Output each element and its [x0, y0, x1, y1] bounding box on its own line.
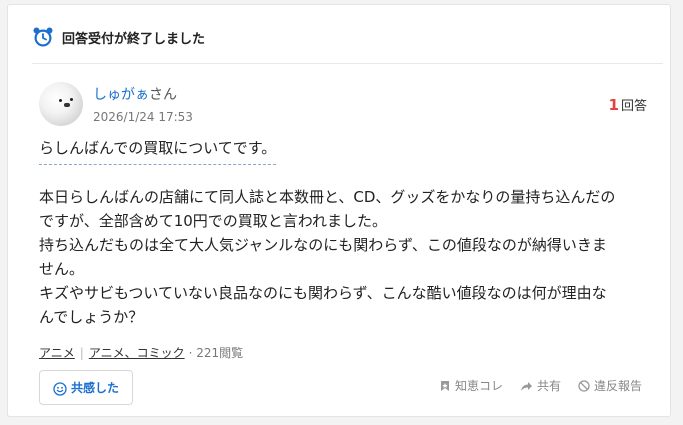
answer-count[interactable]: 1 回答 [609, 95, 647, 114]
question-card: 回答受付が終了しました しゅがぁさん 2026/1/24 17:53 1 回答 … [7, 4, 671, 417]
prohibited-icon [578, 379, 590, 392]
post-date: 2026/1/24 17:53 [93, 110, 193, 124]
divider [32, 63, 663, 64]
category-separator: | [79, 345, 84, 360]
report-label: 違反報告 [593, 379, 642, 393]
category-list: アニメ | アニメ、コミック · 221閲覧 [39, 344, 243, 361]
status-text: 回答受付が終了しました [62, 31, 206, 47]
question-title: らしんばんでの買取についてです。 [39, 137, 277, 165]
knowledge-collection-button[interactable]: 知恵コレ [439, 377, 503, 394]
smile-icon [53, 381, 67, 396]
action-bar: 知恵コレ 共有 違反報告 [422, 377, 642, 394]
view-count: · 221閲覧 [188, 346, 244, 360]
empathy-button-label: 共感した [70, 381, 119, 395]
user-name-link[interactable]: しゅがぁ [93, 87, 149, 103]
avatar[interactable] [39, 82, 83, 126]
category-link-anime-comic[interactable]: アニメ、コミック [89, 344, 185, 361]
question-body-line: せん。 [39, 260, 85, 278]
answer-count-number: 1 [608, 96, 619, 114]
answer-count-label: 回答 [620, 99, 647, 114]
user-honorific: さん [149, 87, 177, 103]
bookmark-icon [440, 380, 449, 391]
status-bar: 回答受付が終了しました [32, 26, 205, 48]
report-button[interactable]: 違反報告 [578, 377, 642, 394]
knowledge-collection-label: 知恵コレ [454, 379, 503, 393]
empathy-button[interactable]: 共感した [39, 370, 133, 405]
alarm-clock-icon [32, 26, 54, 48]
question-body: 本日らしんばんの店舗にて同人誌と本数冊と、CD、グッズをかなりの量持ち込んだの … [39, 185, 664, 329]
question-body-line: んでしょうか？ [39, 308, 144, 326]
share-label: 共有 [536, 379, 561, 393]
share-button[interactable]: 共有 [520, 377, 561, 394]
share-icon [520, 381, 532, 391]
question-body-line: キズやサビもついていない良品なのにも関わらず、こんな酷い値段なのは何が理由な [39, 284, 607, 302]
question-body-line: 本日らしんばんの店舗にて同人誌と本数冊と、CD、グッズをかなりの量持ち込んだの [39, 188, 616, 206]
question-body-line: 持ち込んだものは全て大人気ジャンルなのにも関わらず、この値段なのが納得いきま [39, 236, 607, 254]
question-body-line: ですが、全部含めて10円での買取と言われました。 [39, 212, 388, 230]
category-link-anime[interactable]: アニメ [39, 344, 75, 361]
user-name[interactable]: しゅがぁさん [93, 84, 177, 104]
